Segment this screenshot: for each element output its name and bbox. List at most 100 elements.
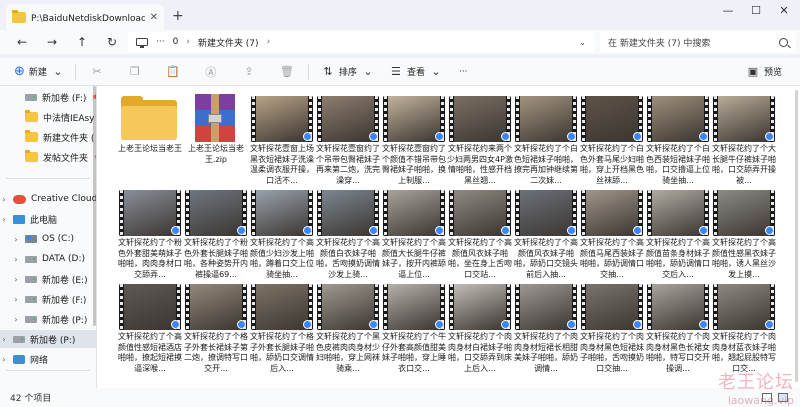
file-item[interactable]: 文轩探花约了个肉肉身材黑色短裙妹子啪啪，舌吻摸奶口交抽... — [579, 282, 645, 376]
sync-status-icon — [699, 132, 708, 141]
video-thumbnail — [317, 190, 379, 236]
file-item[interactable]: 文轩探花约了个粉色外套甜美萌妹子啪啪，肉肉身材口交舔弄... — [117, 188, 183, 282]
paste-icon[interactable]: 📋 — [166, 65, 180, 78]
file-item[interactable]: 文轩探花约了个粉色外套长腿妹子啪啪，各种姿势开内裤操逼69... — [183, 188, 249, 282]
file-item[interactable]: 文轩探花约了个大长腿牛仔裤妹子啪啪，口交舔弄开操被... — [711, 94, 777, 188]
view-button[interactable]: ☰ 查看 ⌄ — [389, 65, 443, 78]
file-item[interactable]: 文轩探花约了个牛仔外套高颜值甜美妹子啪啪，穿上睡衣口交... — [381, 282, 447, 376]
sidebar-item[interactable]: › 新加卷 (E:) — [0, 270, 96, 288]
chevron-right-icon[interactable]: › — [12, 295, 20, 304]
video-thumbnail — [515, 96, 577, 142]
breadcrumb-segment-1[interactable]: 新建文件夹 (7) — [198, 36, 259, 49]
address-dropdown-icon[interactable]: ⌄ — [579, 38, 586, 47]
share-icon[interactable]: ⇪ — [242, 65, 256, 78]
preview-button[interactable]: ▣ 预览 — [746, 65, 782, 78]
sync-status-icon — [237, 320, 246, 329]
breadcrumb-segment-0[interactable]: 0 — [173, 37, 179, 47]
file-item[interactable]: 文轩探花约了个肉肉身材蓝衣妹子啪啪，翘起屁股特写口交... — [711, 282, 777, 376]
chevron-right-icon[interactable]: › — [12, 275, 20, 284]
file-item[interactable]: 文轩探花约了个高颜值白衣妹子啪啪，舌吻摸奶调情沙发上骑... — [315, 188, 381, 282]
close-tab-icon[interactable]: ✕ — [150, 12, 158, 23]
file-name: 文轩探花约了个白色西装短裙妹子啪啪，口交撸逼上位骑坐抽... — [646, 144, 710, 185]
file-item[interactable]: 文轩探花约了个高颜值大长腿牛仔裤妹子，按开内裤舔逼上位... — [381, 188, 447, 282]
address-bar[interactable]: ··· 0 › 新建文件夹 (7) › ⌄ — [128, 32, 594, 52]
chevron-right-icon[interactable]: › — [0, 195, 8, 204]
file-item[interactable]: 文轩探花约了个高颜值少妇沙发上啪啪，蹲着口交上位骑坐抽... — [249, 188, 315, 282]
chevron-right-icon[interactable]: › — [0, 335, 8, 344]
large-icons-view-icon[interactable] — [778, 393, 788, 402]
chevron-right-icon[interactable]: › — [12, 255, 20, 264]
sidebar-item[interactable]: › DATA (D:) — [0, 250, 96, 268]
file-item[interactable]: 文轩探花约了个高颜值马尾西装妹子啪啪，舔奶调情口交抽... — [579, 188, 645, 282]
sync-status-icon — [699, 320, 708, 329]
file-item[interactable]: 文轩探花约了个格子外套长裙妹子第二炮，撩调特写口交开... — [183, 282, 249, 376]
chevron-right-icon[interactable]: › — [12, 315, 20, 324]
sidebar-item[interactable]: 发帖文件夹 📌 — [0, 148, 96, 166]
delete-icon[interactable]: 🗑 — [280, 65, 294, 78]
file-item[interactable]: 文轩探花约了个高颜值风衣妹子啪啪，舔奶口交镜头前后入抽... — [513, 188, 579, 282]
file-item[interactable]: 文轩探花约了个格子外套长腿妹子啪啪，舔奶口交调情后入... — [249, 282, 315, 376]
folder-icon — [12, 9, 26, 23]
new-button[interactable]: ⊕ 新建 ⌄ — [14, 64, 65, 79]
details-view-icon[interactable] — [762, 393, 772, 402]
sidebar-item[interactable]: › OS (C:) — [0, 230, 96, 248]
search-box[interactable]: 在 新建文件夹 (7) 中搜索 — [600, 32, 796, 52]
file-name: 文轩探花约了个黑色皮裤肉肉身材少妇啪啪，穿上网袜骑乘... — [316, 332, 380, 373]
sidebar-item[interactable]: › 新加卷 (F:) — [0, 290, 96, 308]
file-item[interactable]: 文轩探花壹窗上场黑衣短裙妹子洗澡温柔调衣服开操，口活不... — [249, 94, 315, 188]
chevron-right-icon[interactable]: › — [12, 235, 20, 244]
file-item[interactable]: 文轩探花约了个肉肉身材黑色长裙女啪啪，特写口交开操调... — [645, 282, 711, 376]
sidebar-item[interactable]: › 网络 — [0, 350, 96, 368]
sidebar-item[interactable]: › 此电脑 — [0, 210, 96, 228]
file-item[interactable]: 文轩探花壹窗约了个颜值不错吊带包臀裙妹子啪啪，换上制服... — [381, 94, 447, 188]
sidebar-item[interactable]: › 新加卷 (P:) — [0, 310, 96, 328]
back-button[interactable]: ← — [14, 35, 30, 49]
sidebar-item-label: OS (C:) — [42, 234, 74, 244]
chevron-right-icon[interactable]: › — [0, 355, 8, 364]
file-item[interactable]: 上老王论坛当老王.zip — [183, 94, 249, 188]
up-button[interactable]: ↑ — [74, 35, 90, 49]
close-window-button[interactable]: ✕ — [772, 4, 796, 17]
file-item[interactable]: 文轩探花约了个肉肉身材短裙长相甜美妹子啪啪，舔奶调情... — [513, 282, 579, 376]
file-item[interactable]: 文轩探花约来两个少妇两男四女4P激情啪啪，性感开档黑丝翘... — [447, 94, 513, 188]
rename-icon[interactable]: Ⓐ — [204, 64, 218, 80]
more-options-button[interactable]: ··· — [459, 67, 468, 77]
forward-button[interactable]: → — [44, 35, 60, 49]
video-thumbnail — [251, 190, 313, 236]
file-item[interactable]: 文轩探花约了个白色短裙妹子啪啪，撩完再加钟继续第二次妹... — [513, 94, 579, 188]
file-name: 文轩探花壹窗上场黑衣短裙妹子洗澡温柔调衣服开操，口活不... — [250, 144, 314, 185]
file-item[interactable]: 文轩探花约了个白色西装短裙妹子啪啪，口交撸逼上位骑坐抽... — [645, 94, 711, 188]
sort-button[interactable]: ⇅ 排序 ⌄ — [321, 65, 375, 78]
file-item[interactable]: 文轩探花约了个白色外套马尾少妇啪啪，穿上开档黑色丝袜舔... — [579, 94, 645, 188]
refresh-button[interactable]: ↻ — [104, 35, 120, 49]
breadcrumb-more[interactable]: ··· — [156, 37, 165, 47]
file-item[interactable]: 文轩探花约了个高颜值风衣妹子啪啪，坐在身上舌吻口交站... — [447, 188, 513, 282]
file-item[interactable]: 文轩探花约了个高颜值性感短裙酒店啪啪，撩起短裙摸逼深喉... — [117, 282, 183, 376]
sidebar-item[interactable]: 新建文件夹 (📌 — [0, 128, 96, 146]
sidebar-item[interactable]: 新加卷 (F:) 📌 — [0, 88, 96, 106]
file-item[interactable]: 上老王论坛当老王 — [117, 94, 183, 188]
maximize-button[interactable]: ☐ — [744, 4, 768, 17]
video-thumbnail — [713, 96, 775, 142]
minimize-button[interactable]: — — [716, 4, 740, 17]
file-name: 文轩探花约了个高颜值大长腿牛仔裤妹子，按开内裤舔逼上位... — [382, 238, 446, 279]
video-thumbnail — [119, 190, 181, 236]
file-name: 文轩探花约了个高颜值风衣妹子啪啪，舔奶口交镜头前后入抽... — [514, 238, 578, 279]
file-item[interactable]: 文轩探花约了个肉肉身材白裙妹子啪啪，口交舔弄到床上后入... — [447, 282, 513, 376]
file-item[interactable]: 文轩探花约了个高颜值苗条身材妹子啪啪，舔奶调情口交后入... — [645, 188, 711, 282]
new-tab-button[interactable]: + — [172, 8, 184, 24]
copy-icon[interactable]: ❐ — [128, 65, 142, 78]
file-item[interactable]: 文轩探花约了个黑色皮裤肉肉身材少妇啪啪，穿上网袜骑乘... — [315, 282, 381, 376]
folder-icon — [25, 110, 38, 122]
sidebar-item[interactable]: › Creative Cloud — [0, 190, 96, 208]
cut-icon[interactable]: ✂ — [90, 65, 104, 78]
file-item[interactable]: 文轩探花约了个高颜值性感黑衣妹子啪啪，诱人黑丝沙发上摸... — [711, 188, 777, 282]
file-view-scrollbar[interactable] — [795, 90, 798, 382]
tab-current-folder[interactable]: P:\BaiduNetdiskDownload\臨鑑 ✕ — [6, 4, 164, 30]
sync-status-icon — [765, 226, 774, 235]
sync-status-icon — [369, 132, 378, 141]
sidebar-item[interactable]: 中法情IEAsy📌 — [0, 108, 96, 126]
chevron-right-icon[interactable]: › — [0, 215, 8, 224]
sidebar-item[interactable]: › 新加卷 (P:) — [0, 330, 96, 348]
file-item[interactable]: 文轩探花壹窗约了个吊带包臀裙妹子再来第二炮，洗完澡穿... — [315, 94, 381, 188]
